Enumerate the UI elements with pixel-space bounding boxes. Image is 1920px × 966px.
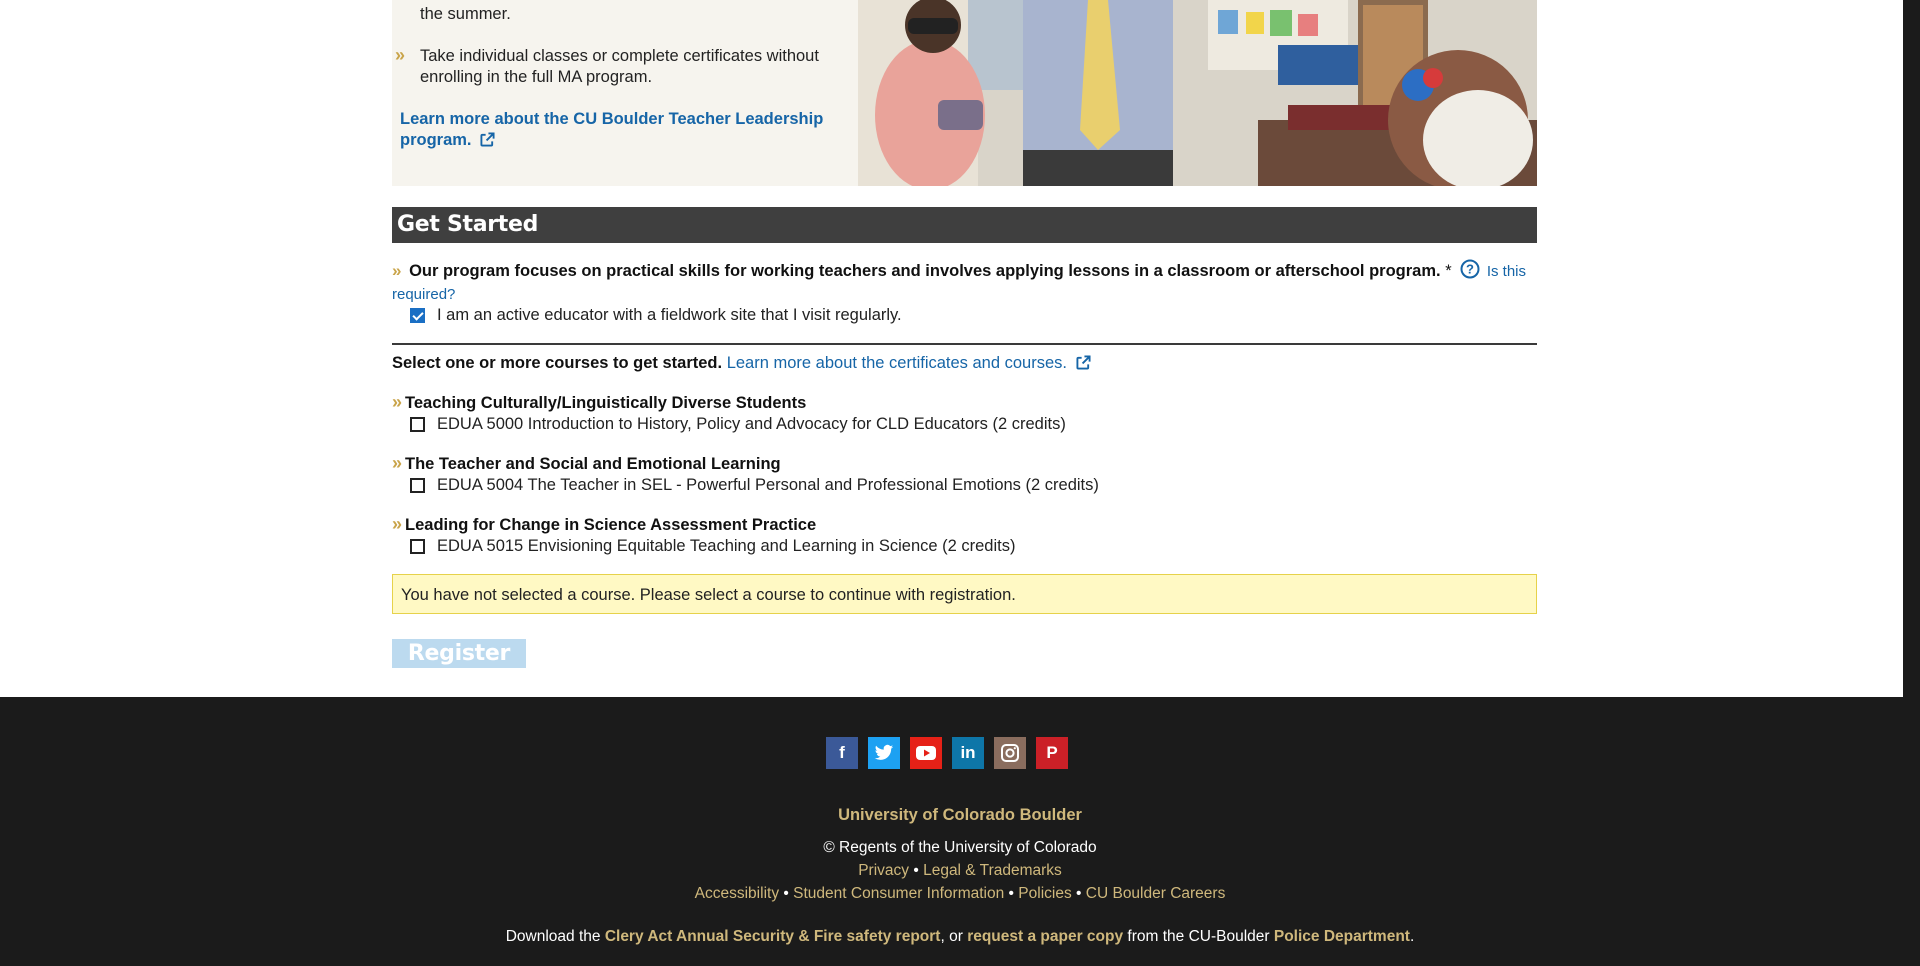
youtube-icon[interactable] [910,737,942,769]
separator-bullet: • [1008,885,1014,902]
footer-info-links: Accessibility • Student Consumer Informa… [0,885,1920,903]
classroom-photo [858,0,1537,186]
promo-text-panel: the summer. » Take individual classes or… [392,0,858,186]
course-checkbox-edua-5015[interactable] [410,539,425,554]
clery-act-notice: Download the Clery Act Annual Security &… [0,928,1920,946]
twitter-bird-glyph [874,744,894,760]
chevron-right-icon: » [392,453,402,473]
course-label[interactable]: EDUA 5004 The Teacher in SEL - Powerful … [437,476,1099,495]
section-divider [392,343,1537,345]
question-text: Our program focuses on practical skills … [409,262,1441,280]
course-group-heading: » Teaching Culturally/Linguistically Dive… [392,392,806,413]
course-group-heading: » The Teacher and Social and Emotional Le… [392,453,781,474]
clery-prefix: Download the [505,928,601,945]
instagram-icon[interactable] [994,737,1026,769]
svg-text:?: ? [1466,262,1474,277]
clery-report-link[interactable]: Clery Act Annual Security & Fire safety … [605,928,941,945]
separator-bullet: • [783,885,789,902]
course-group-title: The Teacher and Social and Emotional Lea… [405,455,781,473]
active-educator-row[interactable]: I am an active educator with a fieldwork… [410,306,902,325]
no-course-selected-alert: You have not selected a course. Please s… [392,574,1537,614]
accessibility-link[interactable]: Accessibility [695,885,779,902]
external-link-icon [1076,355,1091,370]
course-group-heading: » Leading for Change in Science Assessmen… [392,514,816,535]
site-footer: f in P University of Colorado Boulder © … [0,697,1920,966]
active-educator-checkbox[interactable] [410,308,425,323]
course-label[interactable]: EDUA 5015 Envisioning Equitable Teaching… [437,537,1015,556]
clery-from: from the CU-Boulder [1127,928,1270,945]
university-name: University of Colorado Boulder [838,806,1082,824]
help-circle-icon[interactable]: ? [1460,259,1480,279]
clery-period: . [1409,928,1415,945]
paper-copy-link[interactable]: request a paper copy [967,928,1123,945]
scrollbar-gutter [1903,0,1920,697]
separator-bullet: • [1076,885,1082,902]
external-link-icon [480,132,495,147]
policies-link[interactable]: Policies [1018,885,1071,902]
youtube-play-glyph [916,746,936,760]
legal-trademarks-link[interactable]: Legal & Trademarks [923,862,1062,879]
chevron-right-icon: » [392,514,402,534]
social-links: f in P [826,737,1068,769]
required-marker: * [1445,262,1452,280]
course-option-row[interactable]: EDUA 5000 Introduction to History, Polic… [410,415,1066,434]
course-option-row[interactable]: EDUA 5015 Envisioning Equitable Teaching… [410,537,1015,556]
courses-intro-text: Select one or more courses to get starte… [392,354,723,372]
get-started-heading: Get Started [392,207,1537,243]
teacher-leadership-link-text[interactable]: Learn more about the CU Boulder Teacher … [400,110,823,149]
course-label[interactable]: EDUA 5000 Introduction to History, Polic… [437,415,1066,434]
course-checkbox-edua-5000[interactable] [410,417,425,432]
teacher-leadership-link[interactable]: Learn more about the CU Boulder Teacher … [400,109,840,151]
student-consumer-info-link[interactable]: Student Consumer Information [793,885,1004,902]
promo-bullet-2-text: Take individual classes or complete cert… [420,47,819,86]
footer-legal-links: Privacy • Legal & Trademarks [0,862,1920,880]
page-content: the summer. » Take individual classes or… [0,0,1903,697]
certificates-courses-link[interactable]: Learn more about the certificates and co… [727,354,1091,372]
chevron-right-icon: » [392,261,402,280]
privacy-link[interactable]: Privacy [858,862,909,879]
chevron-right-icon: » [392,392,402,412]
chevron-right-icon: » [395,45,405,65]
police-department-link[interactable]: Police Department [1274,928,1410,945]
facebook-icon[interactable]: f [826,737,858,769]
clery-or: , or [940,928,963,945]
promo-section: the summer. » Take individual classes or… [392,0,1537,186]
promo-bullet-1-end: the summer. [420,5,511,23]
course-group-title: Teaching Culturally/Linguistically Diver… [405,394,807,412]
promo-bullet-2: Take individual classes or complete cert… [420,46,850,88]
fieldwork-question: » Our program focuses on practical skill… [392,259,1542,306]
careers-link[interactable]: CU Boulder Careers [1086,885,1226,902]
instagram-camera-glyph [1001,744,1019,762]
separator-bullet: • [913,862,919,879]
active-educator-label[interactable]: I am an active educator with a fieldwork… [437,306,902,325]
twitter-icon[interactable] [868,737,900,769]
register-button[interactable]: Register [392,639,526,668]
course-checkbox-edua-5004[interactable] [410,478,425,493]
course-group-title: Leading for Change in Science Assessment… [405,516,817,534]
pinterest-icon[interactable]: P [1036,737,1068,769]
certificates-courses-link-text[interactable]: Learn more about the certificates and co… [727,354,1067,372]
regents-copyright: © Regents of the University of Colorado [823,839,1097,856]
course-option-row[interactable]: EDUA 5004 The Teacher in SEL - Powerful … [410,476,1099,495]
courses-intro: Select one or more courses to get starte… [392,354,1091,373]
linkedin-icon[interactable]: in [952,737,984,769]
classroom-photo-illustration [858,0,1537,186]
